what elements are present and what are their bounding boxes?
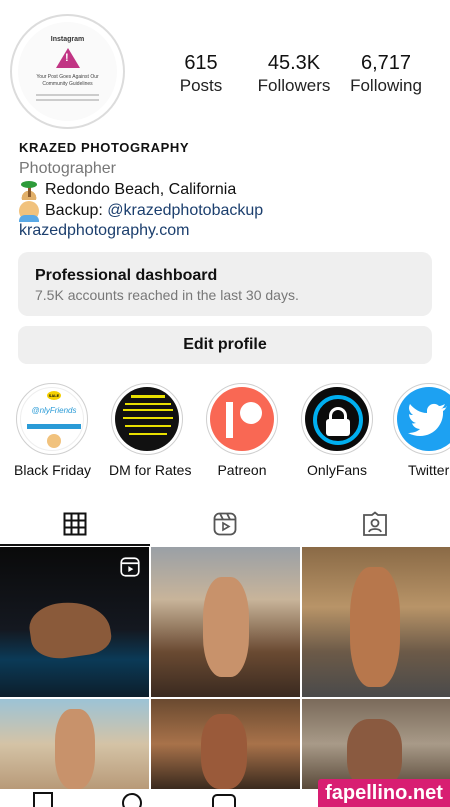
bio-location: Redondo Beach, California: [45, 181, 237, 198]
bird-glyph: [408, 403, 447, 436]
dashboard-subtitle: 7.5K accounts reached in the last 30 day…: [35, 287, 299, 303]
posts-count: 615: [184, 52, 218, 74]
tab-grid[interactable]: [0, 506, 150, 546]
highlight-label: Patreon: [217, 462, 267, 478]
bio-location-line: Redondo Beach, California: [19, 180, 236, 200]
flyer-line: [125, 425, 171, 427]
highlight-onlyfans[interactable]: OnlyFans: [299, 383, 375, 478]
post-subject: [203, 577, 249, 677]
twitter-icon: [397, 387, 450, 451]
highlight-ring: [393, 383, 450, 455]
watermark: fapellino.net: [318, 779, 450, 807]
bio-backup-prefix: Backup:: [45, 202, 108, 219]
warning-icon: [56, 48, 80, 68]
flyer-line: [125, 403, 171, 405]
post-subject: [350, 567, 400, 687]
lock-body: [326, 419, 350, 436]
palm-tree-icon: [19, 180, 39, 200]
highlight-label: Black Friday: [14, 462, 92, 478]
bio-backup-line: Backup: @krazedphotobackup: [19, 201, 263, 222]
website-link[interactable]: krazedphotography.com: [19, 222, 189, 240]
highlight-black-friday[interactable]: SALE @nlyFriends Black Friday: [14, 383, 92, 478]
avatar-message: Your Post Goes Against Our Community Gui…: [36, 74, 99, 87]
tab-tagged[interactable]: [300, 506, 450, 546]
highlight-ring: [206, 383, 278, 455]
following-label: Following: [350, 76, 422, 95]
posts-stat[interactable]: 615 Posts: [178, 52, 224, 96]
flyer-line: [123, 409, 173, 411]
home-icon[interactable]: [33, 792, 53, 807]
grid-post[interactable]: [0, 699, 149, 789]
grid-post[interactable]: [151, 547, 300, 697]
highlight-patreon[interactable]: Patreon: [204, 383, 280, 478]
onlyfriends-icon: SALE @nlyFriends: [20, 387, 84, 451]
patreon-bar: [226, 402, 233, 438]
backup-handle-link[interactable]: @krazedphotobackup: [107, 202, 263, 220]
followers-label: Followers: [257, 76, 331, 95]
post-subject: [26, 596, 114, 663]
highlight-ring: SALE @nlyFriends: [16, 383, 88, 455]
following-count: 6,717: [360, 52, 412, 74]
grid-icon: [63, 512, 87, 536]
avatar-brand-text: Instagram: [50, 36, 85, 43]
followers-stat[interactable]: 45.3K Followers: [256, 52, 332, 96]
profile-tabs: [0, 506, 450, 546]
emoji-face-icon: [47, 434, 61, 448]
profile-name: KRAZED PHOTOGRAPHY: [19, 140, 190, 155]
profile-avatar[interactable]: Instagram Your Post Goes Against Our Com…: [10, 14, 125, 129]
grid-post[interactable]: [0, 547, 149, 697]
tab-reels[interactable]: [150, 506, 300, 546]
banner-strip: [27, 424, 81, 429]
post-subject: [201, 714, 247, 789]
onlyfriends-text: @nlyFriends: [31, 406, 77, 415]
edit-profile-button[interactable]: Edit profile: [18, 326, 432, 364]
sale-badge: SALE: [47, 391, 61, 400]
top-header-fragment: [0, 0, 450, 14]
highlight-ring: [301, 383, 373, 455]
rates-flyer-icon: [115, 387, 179, 451]
patreon-circle: [240, 402, 262, 424]
reels-nav-icon[interactable]: [212, 794, 236, 807]
highlight-ring: [111, 383, 183, 455]
avatar-text-line: [36, 94, 99, 96]
following-stat[interactable]: 6,717 Following: [349, 52, 423, 96]
tagged-icon: [363, 511, 387, 536]
grid-post[interactable]: [302, 547, 450, 697]
highlight-twitter[interactable]: Twitter: [393, 383, 450, 478]
active-tab-indicator: [0, 544, 150, 546]
flyer-line: [123, 417, 173, 419]
posts-label: Posts: [179, 76, 223, 95]
flyer-line: [129, 433, 167, 435]
flyer-line: [131, 395, 165, 398]
grid-post[interactable]: [151, 699, 300, 789]
highlight-label: DM for Rates: [109, 462, 192, 478]
person-icon: [19, 201, 39, 222]
professional-dashboard[interactable]: Professional dashboard 7.5K accounts rea…: [18, 252, 432, 316]
grid-post[interactable]: [302, 699, 450, 789]
highlight-label: Twitter: [408, 462, 450, 478]
avatar-image: Instagram Your Post Goes Against Our Com…: [18, 22, 117, 121]
highlight-dm-rates[interactable]: DM for Rates: [109, 383, 192, 478]
lock-icon: [305, 387, 369, 451]
followers-count: 45.3K: [267, 52, 321, 74]
search-icon[interactable]: [122, 793, 142, 807]
reels-icon: [213, 512, 237, 536]
patreon-icon: [210, 387, 274, 451]
reel-indicator-icon: [120, 557, 140, 577]
dashboard-title: Professional dashboard: [35, 267, 218, 284]
highlight-label: OnlyFans: [307, 462, 367, 478]
post-subject: [55, 709, 95, 789]
profile-category: Photographer: [19, 160, 116, 177]
avatar-text-line: [36, 99, 99, 101]
